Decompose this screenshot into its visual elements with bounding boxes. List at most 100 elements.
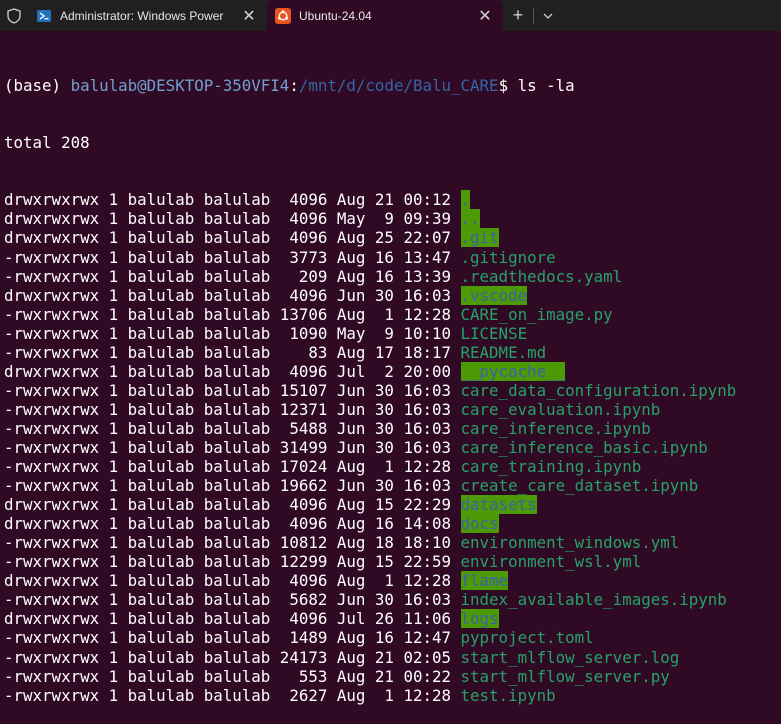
list-item: -rwxrwxrwx 1 balulab balulab 19662 Jun 3… (4, 476, 781, 495)
directory-name: flame (460, 571, 509, 591)
entry-meta: -rwxrwxrwx 1 balulab balulab 3773 Aug 16… (4, 247, 461, 267)
list-item: drwxrwxrwx 1 balulab balulab 4096 Aug 16… (4, 514, 781, 534)
list-item: -rwxrwxrwx 1 balulab balulab 3773 Aug 16… (4, 248, 781, 267)
prompt-line: (base) balulab@DESKTOP-350VFI4:/mnt/d/co… (4, 76, 781, 95)
list-item: -rwxrwxrwx 1 balulab balulab 13706 Aug 1… (4, 305, 781, 324)
directory-name: logs (460, 609, 499, 629)
tab-bar: Administrator: Windows Power ✕ Ubuntu-24… (0, 0, 781, 31)
conda-env: (base) (4, 76, 71, 96)
list-item: -rwxrwxrwx 1 balulab balulab 1090 May 9 … (4, 324, 781, 343)
list-item: -rwxrwxrwx 1 balulab balulab 5488 Jun 30… (4, 419, 781, 438)
entry-meta: drwxrwxrwx 1 balulab balulab 4096 Aug 16… (4, 514, 461, 534)
entry-meta: drwxrwxrwx 1 balulab balulab 4096 Aug 15… (4, 495, 461, 515)
file-name: care_evaluation.ipynb (460, 399, 661, 419)
close-icon[interactable]: ✕ (475, 6, 495, 26)
user-host: balulab@DESKTOP-350VFI4 (70, 76, 290, 96)
entry-meta: -rwxrwxrwx 1 balulab balulab 24173 Aug 2… (4, 647, 461, 667)
tab-label: Ubuntu-24.04 (299, 8, 372, 23)
terminal-output[interactable]: (base) balulab@DESKTOP-350VFI4:/mnt/d/co… (4, 38, 781, 724)
directory-name: .. (460, 209, 480, 229)
entry-meta: -rwxrwxrwx 1 balulab balulab 12299 Aug 1… (4, 552, 461, 572)
list-item: drwxrwxrwx 1 balulab balulab 4096 Aug 1 … (4, 571, 781, 591)
close-icon[interactable]: ✕ (239, 6, 259, 26)
file-name: .readthedocs.yaml (460, 266, 623, 286)
file-name: create_care_dataset.ipynb (460, 476, 699, 496)
list-item: -rwxrwxrwx 1 balulab balulab 24173 Aug 2… (4, 648, 781, 667)
tab-ubuntu[interactable]: Ubuntu-24.04 ✕ (267, 0, 503, 31)
directory-name: .vscode (460, 285, 528, 305)
file-name: start_mlflow_server.py (460, 666, 670, 686)
prompt-colon: : (289, 76, 299, 96)
entry-meta: -rwxrwxrwx 1 balulab balulab 10812 Aug 1… (4, 533, 461, 553)
entry-meta: -rwxrwxrwx 1 balulab balulab 1489 Aug 16… (4, 628, 461, 648)
file-name: pyproject.toml (460, 628, 594, 648)
directory-name: docs (460, 514, 499, 534)
file-name: test.ipynb (460, 685, 556, 705)
file-name: CARE_on_image.py (460, 304, 613, 324)
list-item: drwxrwxrwx 1 balulab balulab 4096 Jul 26… (4, 609, 781, 629)
directory-name: __pycache__ (460, 361, 566, 381)
list-item: -rwxrwxrwx 1 balulab balulab 17024 Aug 1… (4, 457, 781, 476)
entry-meta: drwxrwxrwx 1 balulab balulab 4096 Jun 30… (4, 285, 461, 305)
directory-name: datasets (460, 495, 537, 515)
entry-meta: -rwxrwxrwx 1 balulab balulab 17024 Aug 1… (4, 457, 461, 477)
listing: drwxrwxrwx 1 balulab balulab 4096 Aug 21… (4, 190, 781, 705)
command: ls -la (517, 76, 575, 96)
list-item: -rwxrwxrwx 1 balulab balulab 83 Aug 17 1… (4, 343, 781, 362)
file-name: care_inference_basic.ipynb (460, 437, 708, 457)
ubuntu-icon (275, 7, 291, 24)
list-item: drwxrwxrwx 1 balulab balulab 4096 Aug 25… (4, 228, 781, 248)
entry-meta: -rwxrwxrwx 1 balulab balulab 553 Aug 21 … (4, 666, 461, 686)
directory-name: . (460, 190, 471, 210)
entry-meta: -rwxrwxrwx 1 balulab balulab 19662 Jun 3… (4, 476, 461, 496)
powershell-icon (36, 8, 52, 24)
prompt-symbol: $ (498, 76, 518, 96)
entry-meta: -rwxrwxrwx 1 balulab balulab 1090 May 9 … (4, 323, 461, 343)
list-item: drwxrwxrwx 1 balulab balulab 4096 Jun 30… (4, 285, 781, 305)
file-name: LICENSE (460, 323, 528, 343)
file-name: care_training.ipynb (460, 457, 642, 477)
current-path: /mnt/d/code/Balu_CARE (298, 76, 499, 96)
file-name: README.md (460, 342, 547, 362)
file-name: care_inference.ipynb (460, 418, 651, 438)
tab-label: Administrator: Windows Power (60, 8, 224, 23)
list-item: -rwxrwxrwx 1 balulab balulab 10812 Aug 1… (4, 533, 781, 552)
file-name: environment_wsl.yml (460, 552, 642, 572)
entry-meta: drwxrwxrwx 1 balulab balulab 4096 Aug 1 … (4, 571, 461, 591)
file-name: care_data_configuration.ipynb (460, 380, 737, 400)
entry-meta: -rwxrwxrwx 1 balulab balulab 209 Aug 16 … (4, 266, 461, 286)
new-tab-icon[interactable]: + (503, 0, 533, 31)
list-item: -rwxrwxrwx 1 balulab balulab 2627 Aug 1 … (4, 686, 781, 705)
entry-meta: -rwxrwxrwx 1 balulab balulab 2627 Aug 1 … (4, 685, 461, 705)
directory-name: .git (460, 228, 499, 248)
list-item: drwxrwxrwx 1 balulab balulab 4096 Aug 15… (4, 495, 781, 515)
entry-meta: drwxrwxrwx 1 balulab balulab 4096 May 9 … (4, 209, 461, 229)
entry-meta: -rwxrwxrwx 1 balulab balulab 12371 Jun 3… (4, 399, 461, 419)
entry-meta: -rwxrwxrwx 1 balulab balulab 5682 Jun 30… (4, 590, 461, 610)
list-item: -rwxrwxrwx 1 balulab balulab 1489 Aug 16… (4, 628, 781, 647)
file-name: start_mlflow_server.log (460, 647, 680, 667)
list-item: -rwxrwxrwx 1 balulab balulab 5682 Jun 30… (4, 590, 781, 609)
entry-meta: -rwxrwxrwx 1 balulab balulab 83 Aug 17 1… (4, 342, 461, 362)
entry-meta: drwxrwxrwx 1 balulab balulab 4096 Aug 21… (4, 190, 461, 210)
list-item: drwxrwxrwx 1 balulab balulab 4096 Aug 21… (4, 190, 781, 210)
entry-meta: -rwxrwxrwx 1 balulab balulab 13706 Aug 1… (4, 304, 461, 324)
list-item: drwxrwxrwx 1 balulab balulab 4096 May 9 … (4, 209, 781, 229)
list-item: -rwxrwxrwx 1 balulab balulab 553 Aug 21 … (4, 667, 781, 686)
list-item: -rwxrwxrwx 1 balulab balulab 12371 Jun 3… (4, 400, 781, 419)
list-item: -rwxrwxrwx 1 balulab balulab 31499 Jun 3… (4, 438, 781, 457)
entry-meta: -rwxrwxrwx 1 balulab balulab 15107 Jun 3… (4, 380, 461, 400)
list-item: -rwxrwxrwx 1 balulab balulab 209 Aug 16 … (4, 267, 781, 286)
list-item: -rwxrwxrwx 1 balulab balulab 15107 Jun 3… (4, 381, 781, 400)
entry-meta: drwxrwxrwx 1 balulab balulab 4096 Aug 25… (4, 228, 461, 248)
tab-powershell[interactable]: Administrator: Windows Power ✕ (28, 0, 267, 31)
file-name: .gitignore (460, 247, 556, 267)
shield-icon[interactable] (0, 0, 28, 31)
entry-meta: drwxrwxrwx 1 balulab balulab 4096 Jul 2 … (4, 361, 461, 381)
list-item: -rwxrwxrwx 1 balulab balulab 12299 Aug 1… (4, 552, 781, 571)
entry-meta: -rwxrwxrwx 1 balulab balulab 5488 Jun 30… (4, 418, 461, 438)
total-line: total 208 (4, 133, 90, 153)
chevron-down-icon[interactable] (534, 0, 562, 31)
file-name: index_available_images.ipynb (460, 590, 727, 610)
entry-meta: drwxrwxrwx 1 balulab balulab 4096 Jul 26… (4, 609, 461, 629)
